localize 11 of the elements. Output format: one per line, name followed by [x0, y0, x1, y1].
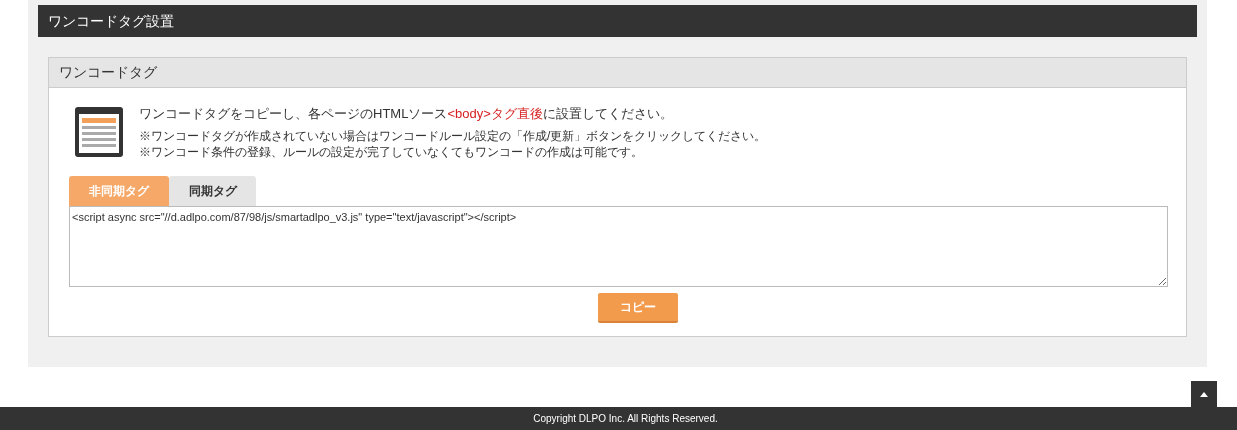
- tab[interactable]: 同期タグ: [169, 176, 256, 206]
- page-title: ワンコードタグ設置: [48, 11, 174, 31]
- instruction-text: ワンコードタグをコピーし、各ページのHTMLソース<body>タグ直後に設置してください。: [139, 105, 674, 123]
- copyright-text: Copyright DLPO Inc. All Rights Reserved.: [533, 412, 718, 426]
- panel-title: ワンコードタグ: [59, 63, 157, 82]
- code-field[interactable]: <script async src="//d.adlpo.com/87/98/js/smartadlpo_v3.js" type="text/javascript"></script>: [69, 206, 1168, 287]
- document-icon: [75, 107, 123, 157]
- scroll-to-top-button[interactable]: [1191, 381, 1217, 407]
- up-triangle-icon: [1200, 391, 1208, 397]
- note-text: ※ワンコード条件の登録、ルールの設定が完了していなくてもワンコードの作成は可能です。: [139, 144, 644, 160]
- note-text: ※ワンコードタグが作成されていない場合はワンコードルール設定の「作成/更新」ボタンをクリックしてください。: [139, 128, 767, 144]
